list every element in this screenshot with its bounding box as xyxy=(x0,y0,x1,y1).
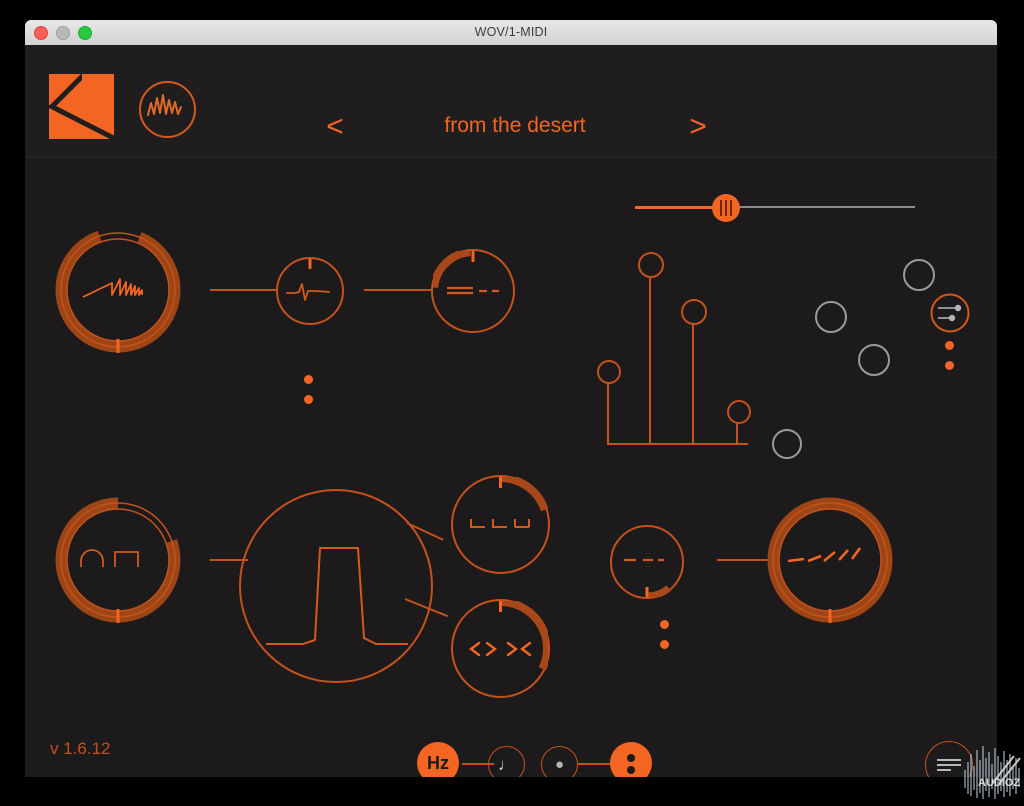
waveform-circle-icon[interactable] xyxy=(139,81,196,138)
hz-button[interactable]: Hz xyxy=(417,742,459,777)
slider-handle[interactable] xyxy=(712,194,740,222)
modulation-knob-dots[interactable] xyxy=(945,341,955,381)
link-dot-divide xyxy=(577,763,611,765)
harmonic-editor[interactable] xyxy=(585,245,997,460)
rate-knob-dots[interactable] xyxy=(660,620,670,660)
shaper-knob[interactable] xyxy=(276,257,344,325)
partial-head-1[interactable] xyxy=(597,360,621,384)
oscillator-knob[interactable] xyxy=(53,225,183,355)
watermark-text: AUDIOZ xyxy=(978,777,1020,789)
slider-fill xyxy=(635,206,723,209)
dot-icon: ● xyxy=(554,756,565,773)
connector-shaper-mix xyxy=(364,289,431,291)
partial-stem-4 xyxy=(736,423,738,444)
filter-shape-knob[interactable] xyxy=(53,495,183,625)
divide-button[interactable] xyxy=(610,742,652,777)
ghost-node-3[interactable] xyxy=(858,344,890,376)
title-bar: WOV/1-MIDI xyxy=(25,20,997,46)
partial-stem-3 xyxy=(692,317,694,444)
connector-osc-shaper xyxy=(210,289,276,291)
connector-rate-drive xyxy=(717,559,772,561)
ghost-node-2[interactable] xyxy=(815,301,847,333)
drive-knob[interactable] xyxy=(765,495,895,625)
next-preset-button[interactable]: > xyxy=(678,107,718,147)
hamburger-menu-icon xyxy=(937,759,961,761)
prev-preset-button[interactable]: < xyxy=(315,107,355,147)
plugin-header: < from the desert > xyxy=(25,45,997,158)
hz-text-icon: Hz xyxy=(427,752,449,773)
partial-head-4[interactable] xyxy=(727,400,751,424)
mode-button-row: Hz ♩ ● xyxy=(417,741,657,777)
quarter-note-icon: ♩ xyxy=(498,755,515,774)
colon-dots-icon xyxy=(627,751,635,775)
app-window: WOV/1-MIDI < from the desert > v 1.6.12 … xyxy=(25,20,997,777)
envelope-display[interactable] xyxy=(238,488,434,684)
partial-stem-1 xyxy=(607,378,609,444)
step-knob[interactable] xyxy=(451,475,550,574)
window-title: WOV/1-MIDI xyxy=(474,25,548,39)
note-button[interactable]: ♩ xyxy=(488,746,525,777)
partial-head-2[interactable] xyxy=(638,252,664,278)
mix-knob[interactable] xyxy=(431,249,515,333)
preset-name[interactable]: from the desert xyxy=(365,103,665,149)
modulation-knob[interactable] xyxy=(930,293,970,333)
k-logo-icon xyxy=(49,74,114,139)
ghost-node-4[interactable] xyxy=(772,429,802,459)
plugin-body: < from the desert > v 1.6.12 Hz ♩ ● xyxy=(25,45,997,777)
partial-stem-2 xyxy=(649,269,651,444)
width-knob[interactable] xyxy=(451,599,550,698)
shaper-knob-dots[interactable] xyxy=(304,375,314,415)
dot-button[interactable]: ● xyxy=(541,746,578,777)
version-label: v 1.6.12 xyxy=(50,739,111,758)
screen: WOV/1-MIDI < from the desert > v 1.6.12 … xyxy=(0,0,1024,801)
macro-slider[interactable] xyxy=(635,190,915,226)
audioz-watermark: AUDIOZ xyxy=(962,744,1024,801)
rate-knob[interactable] xyxy=(610,525,684,599)
harmonic-baseline xyxy=(607,443,748,445)
partial-head-3[interactable] xyxy=(681,299,707,325)
ghost-node-1[interactable] xyxy=(903,259,935,291)
